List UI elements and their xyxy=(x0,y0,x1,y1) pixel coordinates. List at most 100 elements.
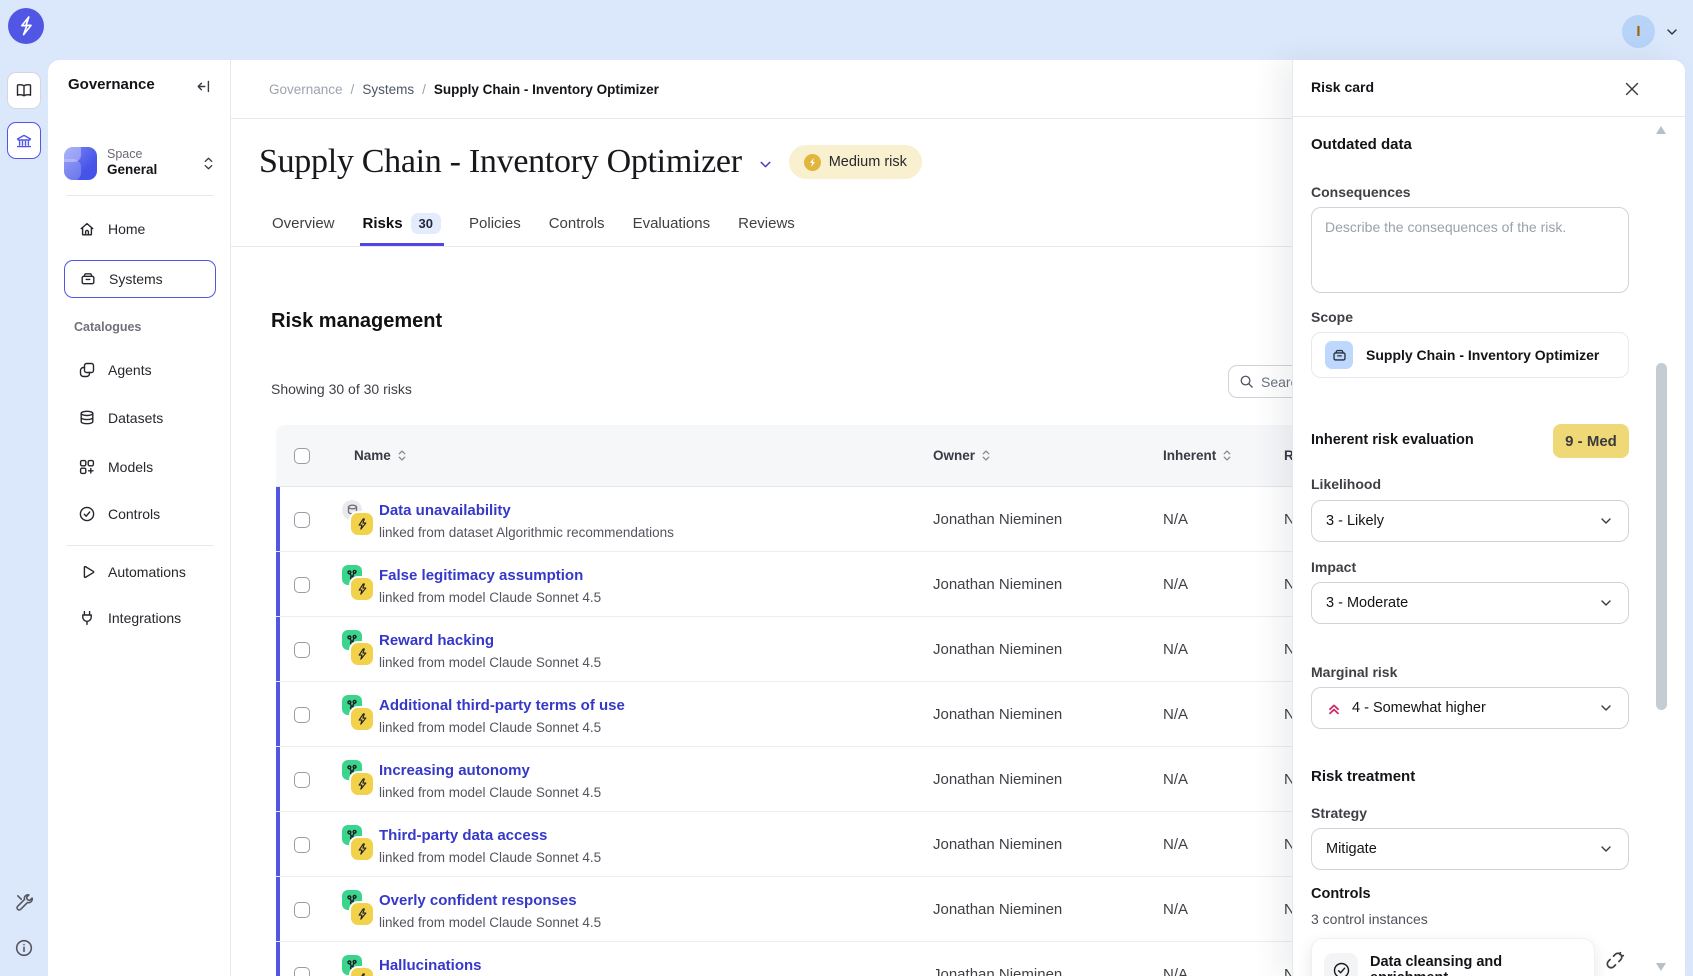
controls-label: Controls xyxy=(1311,886,1371,902)
space-eyebrow: Space xyxy=(107,147,157,163)
select-all-checkbox[interactable] xyxy=(294,448,310,464)
space-selector[interactable]: Space General xyxy=(64,140,216,186)
risk-owner: Jonathan Nieminen xyxy=(933,877,1062,941)
scroll-down-arrow[interactable] xyxy=(1656,963,1666,971)
risk-name-link[interactable]: Reward hacking xyxy=(379,632,601,649)
marginal-risk-select[interactable]: 4 - Somewhat higher xyxy=(1311,687,1629,729)
risk-level-badge: Medium risk xyxy=(789,145,922,179)
sidebar-item-integrations[interactable]: Integrations xyxy=(64,599,216,637)
risk-source-icon xyxy=(342,565,374,603)
sidebar-item-home[interactable]: Home xyxy=(64,210,216,248)
unlink-icon[interactable] xyxy=(1604,950,1628,974)
sidebar-item-label: Controls xyxy=(108,506,160,522)
inherent-eval-label: Inherent risk evaluation xyxy=(1311,432,1474,448)
panel-title: Risk card xyxy=(1311,79,1374,95)
tab-policies[interactable]: Policies xyxy=(466,200,524,246)
rail-governance-button[interactable] xyxy=(7,122,41,159)
risk-name-block: Third-party data access linked from mode… xyxy=(379,827,601,865)
inherent-eval-badge: 9 - Med xyxy=(1553,424,1629,458)
datasets-icon xyxy=(78,409,96,427)
risk-name-block: False legitimacy assumption linked from … xyxy=(379,567,601,605)
app-screen: I Governance xyxy=(0,0,1693,976)
row-checkbox[interactable] xyxy=(294,707,310,723)
account-menu[interactable]: I xyxy=(1622,15,1680,48)
agents-icon xyxy=(78,361,96,379)
scroll-up-arrow[interactable] xyxy=(1656,126,1666,134)
sidebar-item-automations[interactable]: Automations xyxy=(64,553,216,591)
row-checkbox[interactable] xyxy=(294,512,310,528)
row-checkbox[interactable] xyxy=(294,902,310,918)
space-logo xyxy=(64,147,97,180)
risk-inherent: N/A xyxy=(1163,682,1188,746)
breadcrumb-governance[interactable]: Governance xyxy=(269,82,343,97)
sort-icon[interactable] xyxy=(397,449,407,462)
panel-header: Risk card xyxy=(1293,60,1685,117)
risk-linked-from: linked from model Claude Sonnet 4.5 xyxy=(379,590,601,605)
risk-name-link[interactable]: Increasing autonomy xyxy=(379,762,601,779)
info-icon[interactable] xyxy=(14,938,34,958)
tools-icon[interactable] xyxy=(14,892,34,912)
risk-source-icon xyxy=(342,825,374,863)
system-icon xyxy=(1325,341,1353,369)
row-checkbox[interactable] xyxy=(294,577,310,593)
impact-label: Impact xyxy=(1311,559,1356,575)
risk-lightning-icon xyxy=(351,708,373,730)
close-icon[interactable] xyxy=(1621,78,1643,100)
tab-risks[interactable]: Risks 30 xyxy=(360,200,445,246)
row-checkbox[interactable] xyxy=(294,837,310,853)
sidebar-item-label: Agents xyxy=(108,362,152,378)
risk-lightning-icon xyxy=(804,154,821,171)
collapse-sidebar-icon[interactable] xyxy=(192,75,214,97)
risk-name-link[interactable]: Third-party data access xyxy=(379,827,601,844)
avatar[interactable]: I xyxy=(1622,15,1655,48)
tab-controls[interactable]: Controls xyxy=(546,200,608,246)
risk-source-icon xyxy=(342,890,374,928)
automations-icon xyxy=(78,563,96,581)
risk-name-link[interactable]: Additional third-party terms of use xyxy=(379,697,625,714)
risk-name-link[interactable]: Hallucinations xyxy=(379,957,601,974)
risk-name-heading: Outdated data xyxy=(1311,136,1412,153)
column-header-name[interactable]: Name xyxy=(354,425,407,486)
breadcrumb-current: Supply Chain - Inventory Optimizer xyxy=(434,82,659,97)
tab-overview[interactable]: Overview xyxy=(269,200,338,246)
risk-name-block: Hallucinations linked from model Claude … xyxy=(379,957,601,976)
catalogues-section-label: Catalogues xyxy=(74,320,141,334)
breadcrumb-systems[interactable]: Systems xyxy=(362,82,414,97)
divider xyxy=(66,545,214,546)
risk-name-link[interactable]: Overly confident responses xyxy=(379,892,601,909)
risk-name-link[interactable]: Data unavailability xyxy=(379,502,674,519)
risk-source-icon xyxy=(342,760,374,798)
tab-reviews[interactable]: Reviews xyxy=(735,200,798,246)
impact-select[interactable]: 3 - Moderate xyxy=(1311,582,1629,624)
risk-inherent: N/A xyxy=(1163,877,1188,941)
likelihood-select[interactable]: 3 - Likely xyxy=(1311,500,1629,542)
tab-evaluations[interactable]: Evaluations xyxy=(630,200,714,246)
sort-icon[interactable] xyxy=(981,449,991,462)
risk-name-link[interactable]: False legitimacy assumption xyxy=(379,567,601,584)
rail-library-button[interactable] xyxy=(7,72,41,109)
scope-chip[interactable]: Supply Chain - Inventory Optimizer xyxy=(1311,332,1629,378)
consequences-label: Consequences xyxy=(1311,184,1411,200)
sidebar-item-datasets[interactable]: Datasets xyxy=(64,399,216,437)
column-header-inherent[interactable]: Inherent xyxy=(1163,425,1232,486)
strategy-select[interactable]: Mitigate xyxy=(1311,828,1629,870)
sort-icon[interactable] xyxy=(1222,449,1232,462)
row-checkbox[interactable] xyxy=(294,967,310,976)
consequences-textarea[interactable] xyxy=(1311,207,1629,293)
app-logo[interactable] xyxy=(8,8,44,44)
row-checkbox[interactable] xyxy=(294,642,310,658)
control-instance-card[interactable]: Data cleansing and enrichment xyxy=(1311,938,1595,976)
sidebar-item-agents[interactable]: Agents xyxy=(64,351,216,389)
risk-lightning-icon xyxy=(351,903,373,925)
scrollbar-thumb[interactable] xyxy=(1656,363,1667,710)
column-header-owner[interactable]: Owner xyxy=(933,425,991,486)
chevron-down-icon xyxy=(1664,24,1680,40)
sidebar-item-systems[interactable]: Systems xyxy=(64,260,216,298)
risk-lightning-icon xyxy=(351,838,373,860)
likelihood-value: 3 - Likely xyxy=(1326,513,1384,529)
sidebar-item-controls[interactable]: Controls xyxy=(64,495,216,533)
row-checkbox[interactable] xyxy=(294,772,310,788)
sidebar-item-label: Datasets xyxy=(108,410,163,426)
title-chevron-down-icon[interactable] xyxy=(757,156,774,173)
sidebar-item-models[interactable]: Models xyxy=(64,448,216,486)
